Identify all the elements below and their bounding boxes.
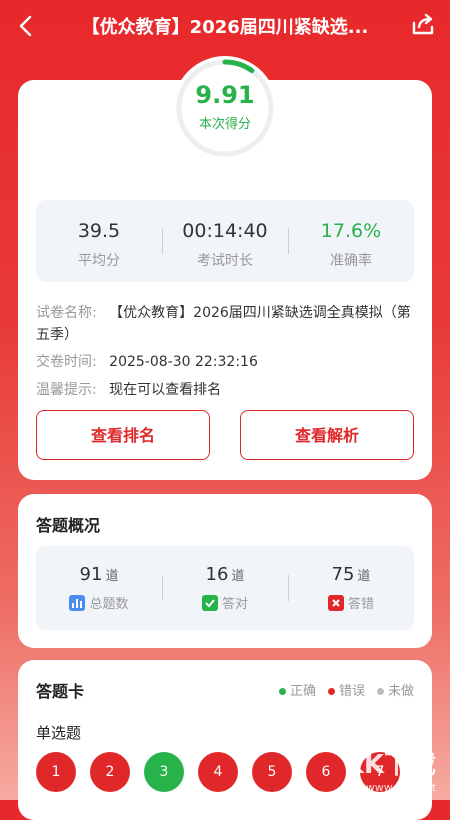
tip-key: 温馨提示: bbox=[36, 382, 97, 398]
summary-wrong: 75 道 答错 bbox=[288, 546, 414, 630]
stat-duration: 00:14:40 考试时长 bbox=[162, 200, 288, 282]
question-bubble-1[interactable]: 1 bbox=[36, 752, 76, 792]
legend-correct: 正确 bbox=[278, 680, 316, 699]
question-bubble-4[interactable]: 4 bbox=[198, 752, 238, 792]
stat-average-label: 平均分 bbox=[77, 253, 120, 269]
watermark-logo: KK下载 www.kkx.net bbox=[343, 750, 436, 794]
summary-total: 91 道 总题数 bbox=[36, 546, 162, 630]
legend-wrong: 错误 bbox=[327, 680, 365, 699]
question-bubble-5[interactable]: 5 bbox=[252, 752, 292, 792]
stat-accuracy-label: 准确率 bbox=[329, 253, 372, 269]
answer-legend: 正确 错误 未做 bbox=[278, 680, 414, 699]
chevron-left-icon bbox=[19, 15, 32, 37]
cross-icon bbox=[327, 594, 344, 611]
summary-correct-count: 16 bbox=[205, 564, 229, 585]
summary-total-unit: 道 bbox=[105, 569, 119, 584]
stat-average-value: 39.5 bbox=[77, 220, 121, 242]
score-label: 本次得分 bbox=[198, 117, 251, 132]
question-bubble-3[interactable]: 3 bbox=[144, 752, 184, 792]
stat-duration-label: 考试时长 bbox=[196, 253, 253, 269]
summary-panel: 91 道 总题数 16 道 答对 75 道 答错 bbox=[36, 546, 414, 630]
stat-duration-value: 00:14:40 bbox=[182, 220, 268, 242]
summary-wrong-count: 75 bbox=[331, 564, 355, 585]
summary-wrong-unit: 道 bbox=[357, 569, 371, 584]
stat-accuracy-value: 17.6% bbox=[320, 220, 382, 242]
summary-card: 答题概况 91 道 总题数 16 道 答对 75 道 答错 bbox=[18, 494, 432, 648]
submit-time-row: 交卷时间: 2025-08-30 22:32:16 bbox=[36, 351, 414, 373]
answer-card-title: 答题卡 bbox=[36, 682, 85, 701]
view-ranking-button[interactable]: 查看排名 bbox=[36, 410, 210, 460]
question-bubble-2[interactable]: 2 bbox=[90, 752, 130, 792]
answer-card: 答题卡 正确 错误 未做 单选题 1234567 bbox=[18, 660, 432, 820]
page-title: 【优众教育】2026届四川紧缺选... bbox=[81, 17, 369, 38]
check-icon bbox=[201, 594, 218, 611]
back-button[interactable] bbox=[10, 10, 42, 42]
question-type-heading: 单选题 bbox=[36, 724, 82, 742]
question-bubble-6[interactable]: 6 bbox=[306, 752, 346, 792]
summary-correct: 16 道 答对 bbox=[162, 546, 288, 630]
view-analysis-button[interactable]: 查看解析 bbox=[240, 410, 414, 460]
tip-value: 现在可以查看排名 bbox=[109, 382, 222, 398]
summary-total-label: 总题数 bbox=[89, 597, 129, 612]
submit-time-value: 2025-08-30 22:32:16 bbox=[109, 354, 258, 370]
paper-name-key: 试卷名称: bbox=[36, 305, 97, 321]
summary-total-count: 91 bbox=[79, 564, 103, 585]
stat-average: 39.5 平均分 bbox=[36, 200, 162, 282]
top-bar: 【优众教育】2026届四川紧缺选... bbox=[0, 0, 450, 52]
summary-wrong-label: 答错 bbox=[347, 597, 374, 612]
summary-correct-unit: 道 bbox=[231, 569, 245, 584]
summary-title: 答题概况 bbox=[36, 516, 101, 535]
share-button[interactable] bbox=[408, 10, 438, 40]
share-icon bbox=[412, 13, 434, 35]
result-card: 9.91 本次得分 39.5 平均分 00:14:40 考试时长 17.6% 准… bbox=[18, 56, 432, 480]
tip-row: 温馨提示: 现在可以查看排名 bbox=[36, 379, 414, 401]
summary-correct-label: 答对 bbox=[221, 597, 248, 612]
score-ring: 9.91 本次得分 bbox=[173, 56, 277, 160]
paper-name-row: 试卷名称: 【优众教育】2026届四川紧缺选调全真模拟（第五季） bbox=[36, 302, 414, 346]
submit-time-key: 交卷时间: bbox=[36, 354, 97, 370]
bar-chart-icon bbox=[69, 594, 86, 611]
stats-panel: 39.5 平均分 00:14:40 考试时长 17.6% 准确率 bbox=[36, 200, 414, 282]
score-value: 9.91 bbox=[195, 81, 255, 109]
stat-accuracy: 17.6% 准确率 bbox=[288, 200, 414, 282]
legend-unanswered: 未做 bbox=[376, 680, 414, 699]
